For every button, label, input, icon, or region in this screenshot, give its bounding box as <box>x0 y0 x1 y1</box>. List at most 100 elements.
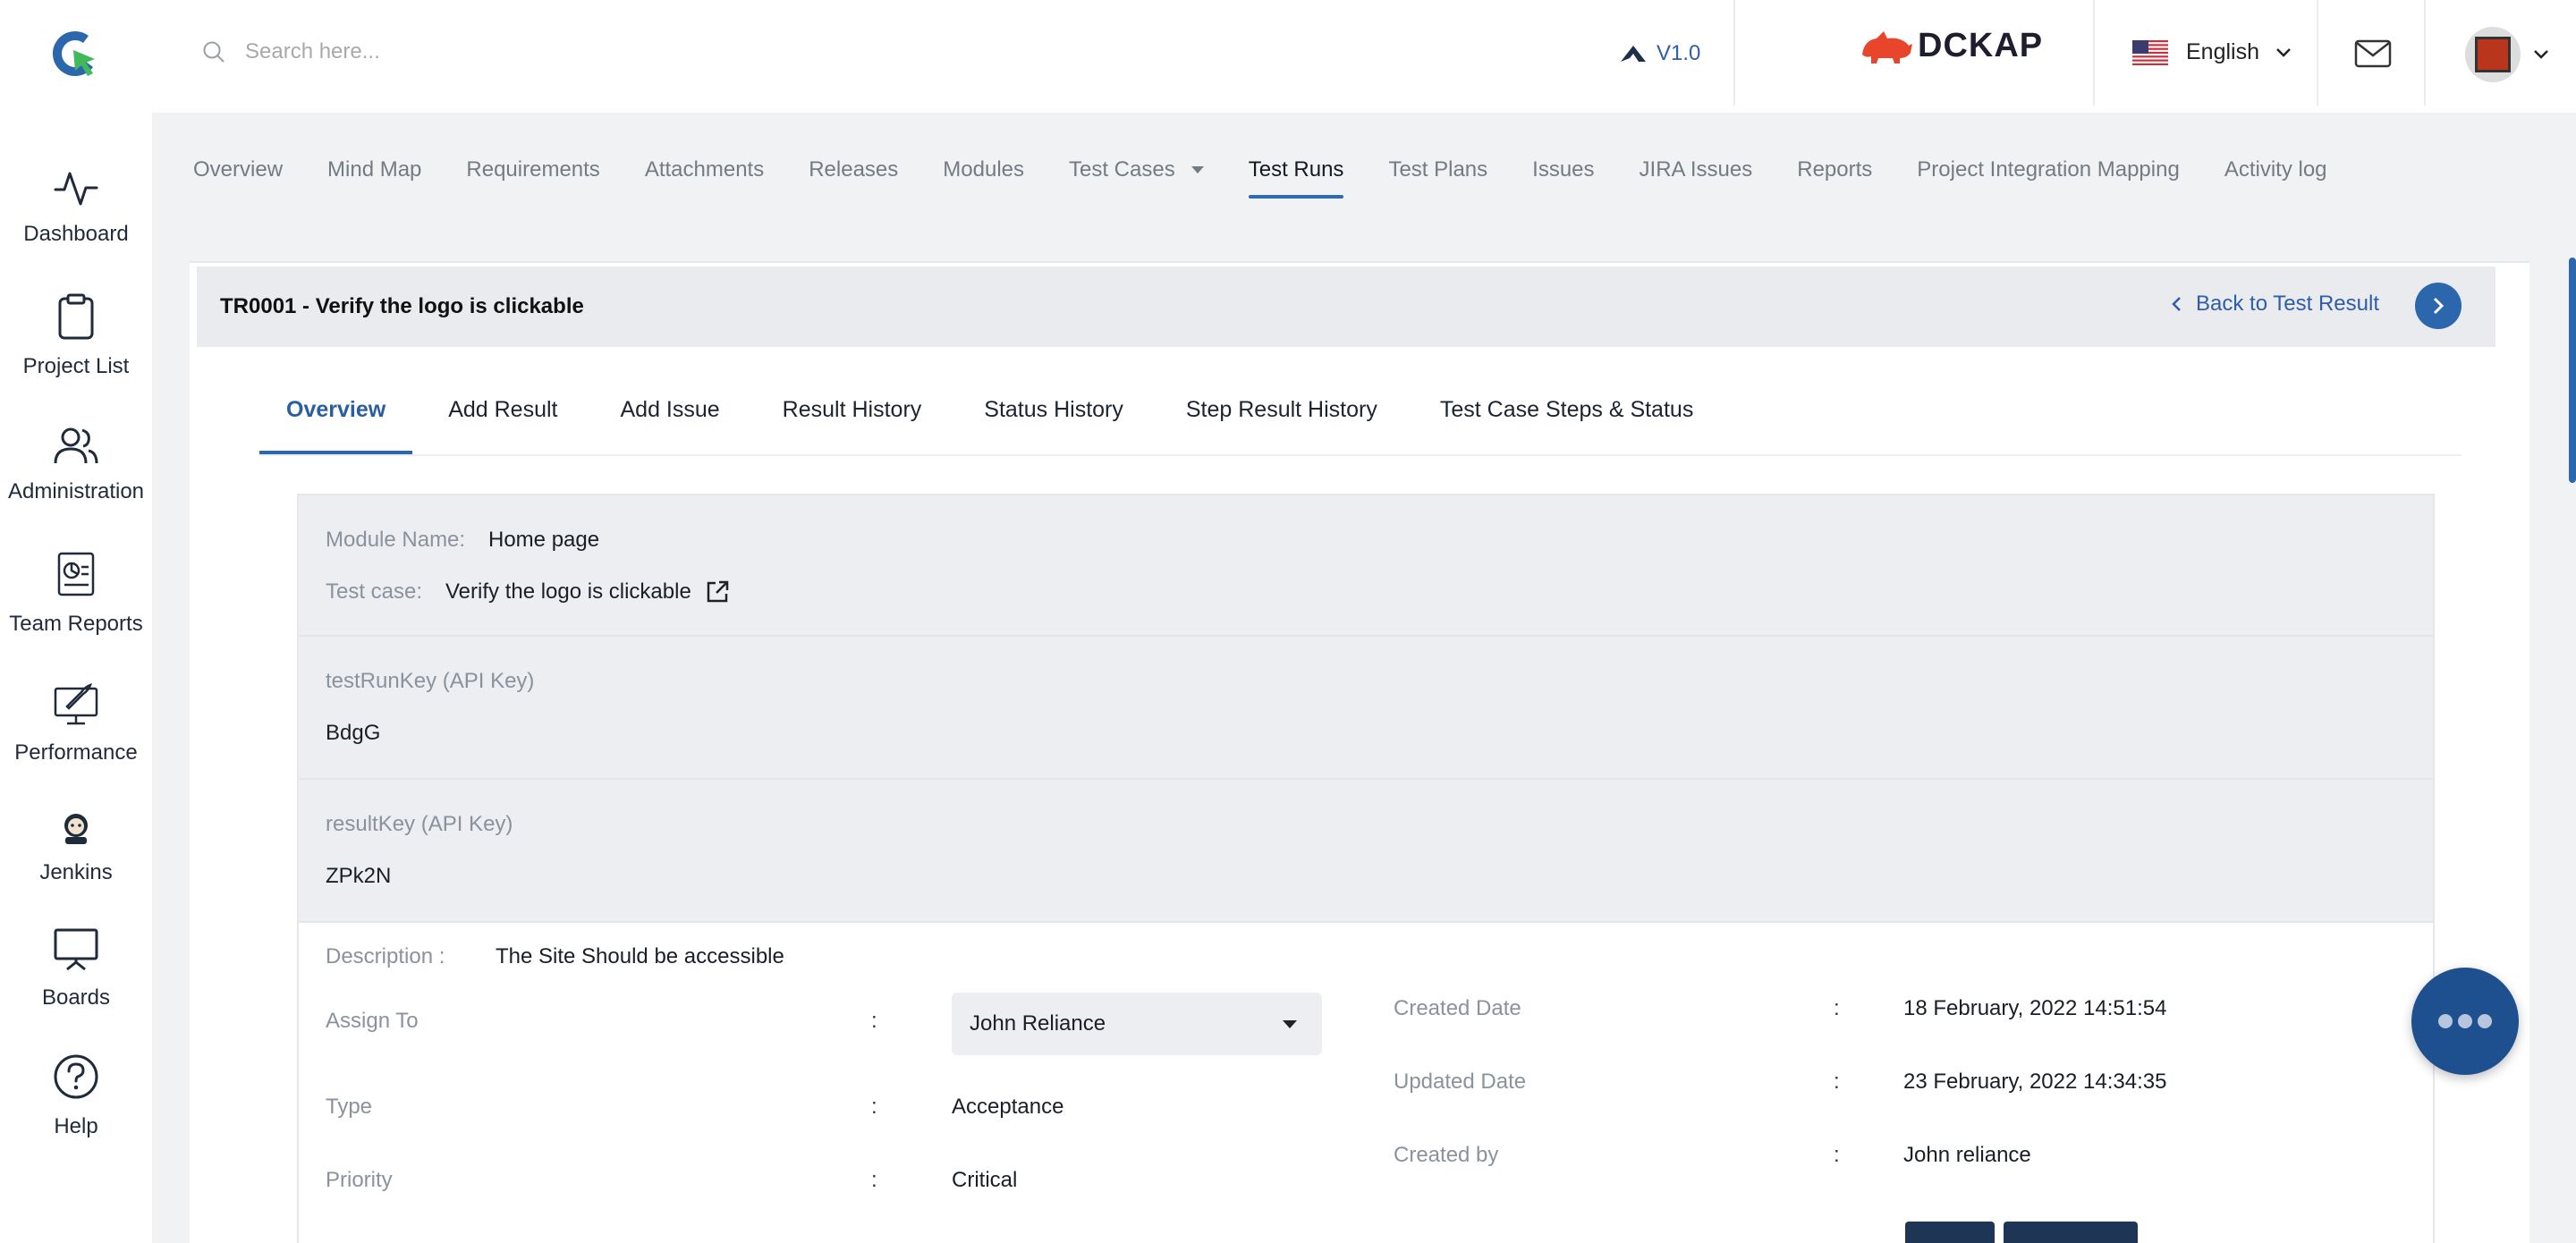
mail-icon[interactable] <box>2354 39 2392 68</box>
created-by-label: Created by <box>1394 1143 1499 1167</box>
avatar[interactable] <box>2465 27 2521 82</box>
created-date-value: 18 February, 2022 14:51:54 <box>1903 996 2167 1020</box>
app-logo-icon[interactable] <box>50 29 102 80</box>
resultkey-section: resultKey (API Key) ZPk2N <box>299 780 2433 923</box>
dot <box>2478 1014 2492 1028</box>
testrunkey-section: testRunKey (API Key) BdgG <box>299 637 2433 780</box>
module-section: Module Name: Home page Test case: Verify… <box>299 495 2433 637</box>
scrollbar[interactable] <box>2569 258 2576 483</box>
nav-mind-map[interactable]: Mind Map <box>327 157 421 182</box>
tab-add-result[interactable]: Add Result <box>421 376 584 456</box>
created-date-label: Created Date <box>1394 996 1521 1020</box>
report-icon <box>57 552 95 596</box>
assign-to-select[interactable]: John Reliance <box>952 993 1322 1055</box>
action-button[interactable] <box>2004 1222 2138 1243</box>
back-label: Back to Test Result <box>2196 292 2379 316</box>
language-label: English <box>2186 39 2259 64</box>
sidebar-item-team-reports[interactable]: Team Reports <box>0 551 152 637</box>
next-button[interactable] <box>2415 283 2462 329</box>
nav-jira-issues[interactable]: JIRA Issues <box>1640 157 1753 182</box>
search-input[interactable] <box>245 39 692 64</box>
dot <box>2438 1014 2453 1028</box>
chevron-down-icon <box>2534 50 2548 59</box>
colon: : <box>1834 996 1840 1020</box>
top-bar: V1.0 DCKAP English <box>0 0 2576 113</box>
users-icon <box>54 427 98 464</box>
divider <box>1733 0 1735 106</box>
nav-modules[interactable]: Modules <box>943 157 1024 182</box>
nav-overview[interactable]: Overview <box>193 157 283 182</box>
resultkey-label: resultKey (API Key) <box>326 812 513 836</box>
sidebar-item-boards[interactable]: Boards <box>0 926 152 1010</box>
chat-fab-button[interactable] <box>2411 968 2519 1075</box>
nav-attachments[interactable]: Attachments <box>645 157 764 182</box>
user-menu[interactable] <box>2465 27 2549 82</box>
testcase-value: Verify the logo is clickable <box>445 579 691 604</box>
search-bar[interactable] <box>202 39 692 64</box>
presentation-board-icon <box>54 928 98 971</box>
language-selector[interactable]: English <box>2132 39 2292 65</box>
nav-issues[interactable]: Issues <box>1532 157 1594 182</box>
created-by-value: John reliance <box>1903 1143 2031 1167</box>
page-title: TR0001 - Verify the logo is clickable <box>220 294 584 318</box>
testrunkey-value: BdgG <box>326 721 381 745</box>
us-flag-icon <box>2132 39 2168 65</box>
sidebar-item-help[interactable]: Help <box>0 1053 152 1139</box>
divider <box>2424 0 2426 106</box>
sidebar-item-dashboard[interactable]: Dashboard <box>0 168 152 247</box>
description-value: The Site Should be accessible <box>496 944 784 968</box>
nav-activity-log[interactable]: Activity log <box>2224 157 2327 182</box>
tab-status-history[interactable]: Status History <box>957 376 1150 456</box>
help-circle-icon <box>54 1054 98 1099</box>
version-badge[interactable]: V1.0 <box>1619 41 1700 66</box>
version-label: V1.0 <box>1657 41 1701 65</box>
nav-test-runs[interactable]: Test Runs <box>1248 157 1343 199</box>
sidebar-item-performance[interactable]: Performance <box>0 681 152 765</box>
chevron-right-icon <box>2433 297 2445 315</box>
sidebar-item-label: Team Reports <box>9 612 143 636</box>
tab-step-result-history[interactable]: Step Result History <box>1159 376 1404 456</box>
nav-test-plans[interactable]: Test Plans <box>1388 157 1487 182</box>
project-nav: Overview Mind Map Requirements Attachmen… <box>193 157 2372 199</box>
nav-releases[interactable]: Releases <box>809 157 898 182</box>
brand-name: DCKAP <box>1918 27 2044 64</box>
edit-button[interactable] <box>1905 1222 1995 1243</box>
clipboard-icon <box>58 293 94 340</box>
sidebar-item-administration[interactable]: Administration <box>0 426 152 504</box>
colon: : <box>871 1009 877 1033</box>
colon: : <box>1834 1070 1840 1094</box>
rocket-monitor-icon <box>54 683 98 725</box>
description-label: Description : <box>326 944 445 968</box>
nav-test-cases[interactable]: Test Cases <box>1069 157 1204 182</box>
back-to-test-result-link[interactable]: Back to Test Result <box>2171 292 2379 317</box>
tab-test-case-steps-status[interactable]: Test Case Steps & Status <box>1413 376 1720 456</box>
nav-requirements[interactable]: Requirements <box>466 157 599 182</box>
external-link-icon[interactable] <box>705 579 730 605</box>
chevron-left-icon <box>2172 297 2181 311</box>
tab-result-history[interactable]: Result History <box>756 376 949 456</box>
search-icon <box>203 41 225 63</box>
module-value: Home page <box>488 528 600 552</box>
tab-overview[interactable]: Overview <box>259 376 413 456</box>
sidebar-item-label: Administration <box>7 479 145 503</box>
assign-to-value: John Reliance <box>970 1011 1106 1036</box>
sidebar-item-project-list[interactable]: Project List <box>0 293 152 379</box>
sidebar-item-label: Performance <box>14 740 138 765</box>
divider <box>2317 0 2318 106</box>
nav-project-integration-mapping[interactable]: Project Integration Mapping <box>1917 157 2180 182</box>
dot <box>2458 1014 2472 1028</box>
testcase-label: Test case: <box>326 579 423 604</box>
nav-reports[interactable]: Reports <box>1797 157 1872 182</box>
sidebar-item-jenkins[interactable]: Jenkins <box>0 810 152 885</box>
version-icon <box>1621 46 1646 62</box>
tab-add-issue[interactable]: Add Issue <box>593 376 746 456</box>
sidebar: Dashboard Project List Administration Te… <box>0 113 152 1243</box>
sidebar-item-label: Project List <box>22 354 130 378</box>
brand-logo: DCKAP <box>1860 27 2043 65</box>
sidebar-item-label: Jenkins <box>39 860 113 884</box>
type-value: Acceptance <box>952 1095 1064 1119</box>
overview-details: Module Name: Home page Test case: Verify… <box>297 494 2435 1243</box>
updated-date-value: 23 February, 2022 14:34:35 <box>1903 1070 2167 1094</box>
activity-icon <box>54 172 98 206</box>
divider <box>2093 0 2095 106</box>
